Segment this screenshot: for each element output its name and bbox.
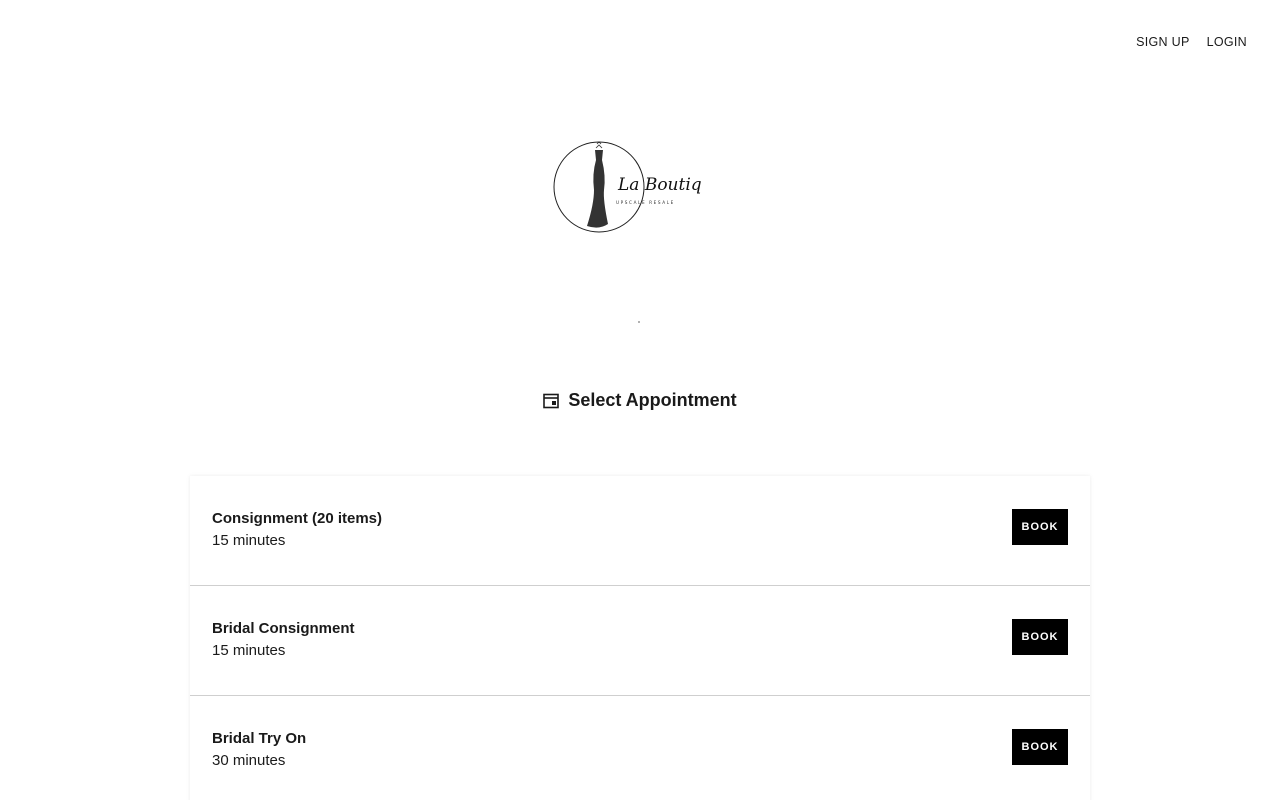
- booking-page: SIGN UP LOGIN La Boutique UPSCALE RESALE…: [0, 0, 1280, 800]
- appointment-item: Bridal Try On 30 minutes BOOK: [190, 696, 1090, 800]
- appointment-duration: 15 minutes: [212, 642, 286, 659]
- loading-indicator: [638, 321, 640, 323]
- book-button[interactable]: BOOK: [1012, 619, 1068, 655]
- section-title: Select Appointment: [568, 390, 737, 410]
- appointment-duration: 15 minutes: [212, 532, 286, 549]
- book-button[interactable]: BOOK: [1012, 509, 1068, 545]
- appointment-name: Bridal Consignment: [212, 620, 355, 637]
- appointment-duration: 30 minutes: [212, 752, 286, 769]
- section-header: Select Appointment: [0, 390, 1280, 411]
- signup-link[interactable]: SIGN UP: [1136, 35, 1190, 49]
- appointment-item: Bridal Consignment 15 minutes BOOK: [190, 586, 1090, 696]
- appointment-item: Consignment (20 items) 15 minutes BOOK: [190, 476, 1090, 586]
- svg-text:La Boutique: La Boutique: [617, 175, 702, 195]
- appointment-name: Bridal Try On: [212, 730, 307, 747]
- book-button[interactable]: BOOK: [1012, 729, 1068, 765]
- dress-logo-icon: La Boutique UPSCALE RESALE: [553, 141, 723, 233]
- top-nav: SIGN UP LOGIN: [1136, 35, 1247, 49]
- svg-text:UPSCALE RESALE: UPSCALE RESALE: [616, 200, 675, 205]
- brand-logo: La Boutique UPSCALE RESALE: [550, 138, 723, 236]
- login-link[interactable]: LOGIN: [1207, 35, 1247, 49]
- appointment-list: Consignment (20 items) 15 minutes BOOK B…: [190, 476, 1090, 800]
- calendar-icon: [543, 393, 560, 408]
- appointment-name: Consignment (20 items): [212, 510, 383, 527]
